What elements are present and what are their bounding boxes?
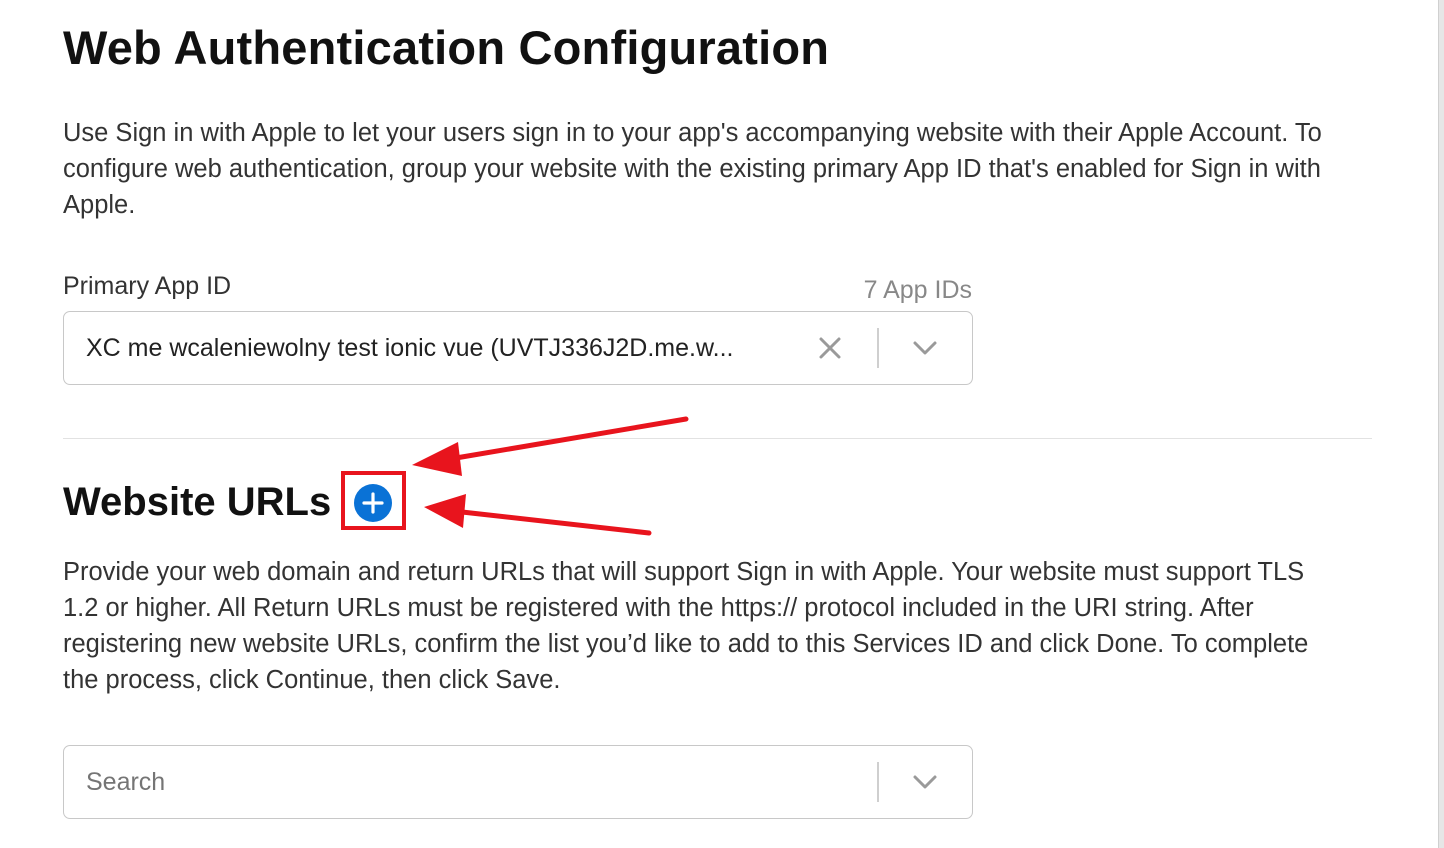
chevron-down-icon[interactable] (910, 770, 940, 794)
primary-app-id-label: Primary App ID (63, 272, 232, 300)
app-id-count: 7 App IDs (863, 276, 972, 304)
website-url-search-select[interactable] (63, 745, 973, 819)
annotation-arrow-lower (424, 494, 652, 536)
website-urls-description: Provide your web domain and return URLs … (63, 558, 1309, 694)
annotation-arrow-upper (412, 416, 689, 476)
primary-app-id-select[interactable]: XC me wcaleniewolny test ionic vue (UVTJ… (63, 311, 973, 385)
page-description: Use Sign in with Apple to let your users… (63, 119, 1322, 219)
chevron-down-icon[interactable] (910, 336, 940, 360)
select-divider (877, 762, 879, 802)
website-urls-title: Website URLs (63, 480, 332, 524)
section-divider (63, 438, 1372, 439)
window-edge (1438, 0, 1444, 848)
plus-circle-icon (362, 492, 384, 514)
select-divider (877, 328, 879, 368)
web-auth-config-page: Web Authentication Configuration Use Sig… (0, 0, 1444, 848)
close-icon[interactable] (816, 334, 844, 362)
primary-app-id-value: XC me wcaleniewolny test ionic vue (UVTJ… (86, 334, 734, 362)
search-input[interactable] (86, 768, 786, 797)
page-title: Web Authentication Configuration (63, 21, 830, 74)
add-website-url-button[interactable] (354, 484, 392, 522)
